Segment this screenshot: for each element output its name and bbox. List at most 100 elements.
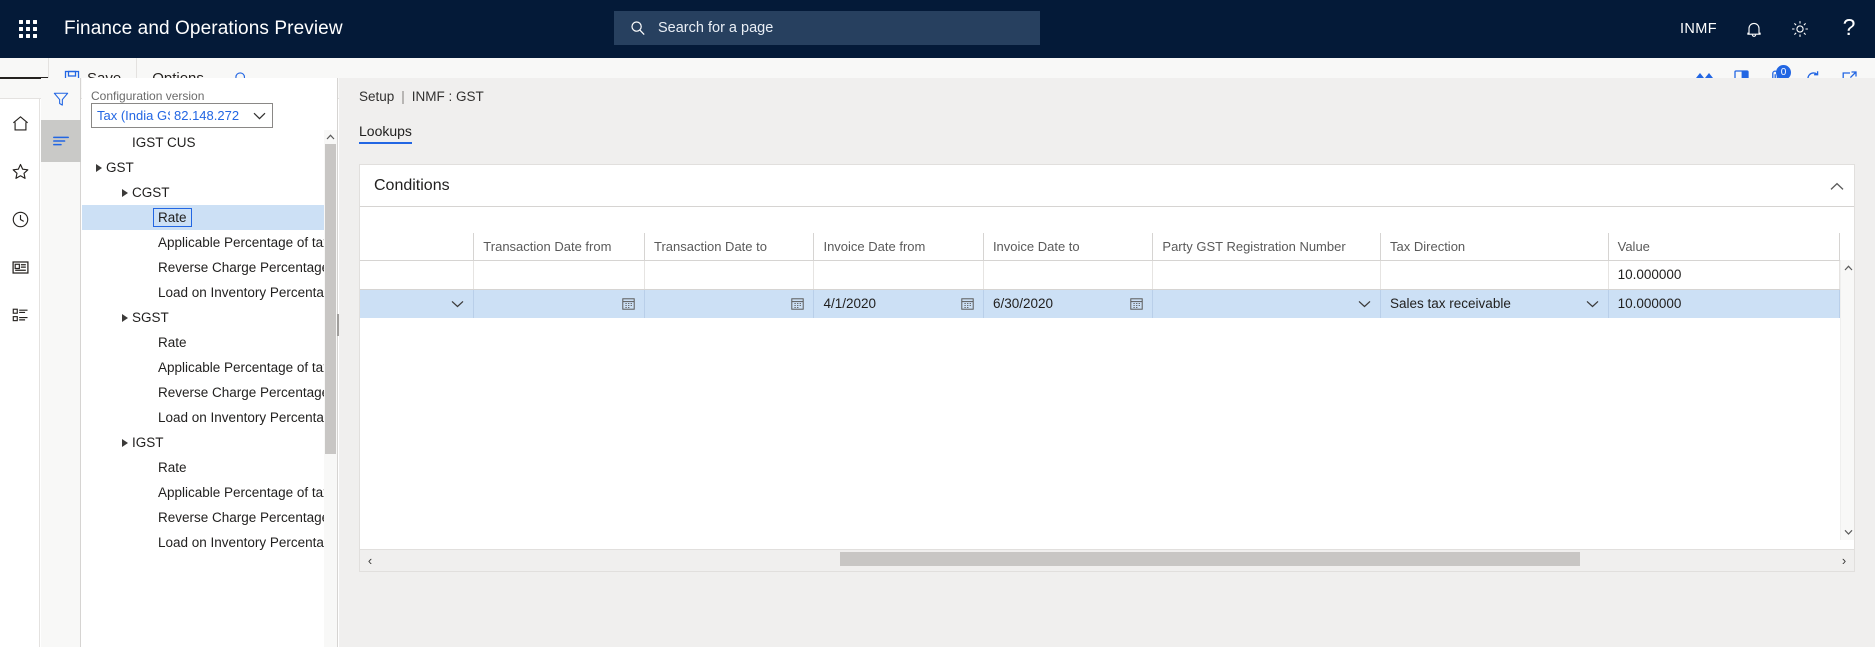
cell-value: 10.000000 [1617, 296, 1682, 312]
cell-party_gst_registration_number[interactable] [1152, 260, 1382, 290]
grid-horizontal-scrollbar[interactable]: ‹ › [360, 549, 1854, 571]
tree-node[interactable]: Applicable Percentage of tax [82, 230, 337, 255]
cell-invoice_date_to[interactable] [983, 260, 1154, 290]
configuration-tree-pane: Configuration version Tax (India GST) 82… [82, 78, 338, 647]
tree-node[interactable]: Applicable Percentage of tax [82, 355, 337, 380]
cell-transaction_date_to[interactable] [644, 260, 815, 290]
empty-cell [644, 376, 814, 405]
column-header-invoice_date_from[interactable]: Invoice Date from [813, 233, 984, 261]
column-header-selector[interactable] [360, 233, 475, 261]
global-search-box[interactable]: Search for a page [614, 11, 1040, 45]
tree-node[interactable]: Applicable Percentage of tax [82, 480, 337, 505]
table-row[interactable]: 4/1/2020 6/30/2020 Sales tax receivable 10.… [360, 289, 1840, 318]
left-nav-rail [0, 99, 40, 647]
nav-recent[interactable] [0, 195, 40, 243]
cell-invoice_date_from[interactable] [813, 260, 984, 290]
tree-expand-icon[interactable] [118, 313, 132, 322]
configuration-tree[interactable]: IGST CUS GST CGST Rate Applicable Percentage… [82, 130, 337, 647]
filter-row[interactable]: 10.000000 [360, 260, 1840, 290]
calendar-icon[interactable] [1130, 297, 1144, 310]
tree-scroll-up-arrow[interactable] [324, 130, 337, 144]
breadcrumb: Setup | INMF : GST [359, 89, 484, 104]
tree-node[interactable]: Load on Inventory Percentage [82, 405, 337, 430]
cell-selector[interactable] [360, 260, 475, 290]
tab-lookups[interactable]: Lookups [359, 123, 412, 144]
conditions-table: Transaction Date from Transaction Date to… [360, 233, 1840, 434]
tree-node[interactable]: CGST [82, 180, 337, 205]
tree-node[interactable]: Rate [82, 330, 337, 355]
nav-home[interactable] [0, 99, 40, 147]
empty-cell [1380, 318, 1609, 347]
calendar-icon[interactable] [961, 297, 974, 310]
empty-cell [1380, 405, 1609, 434]
column-header-transaction_date_to[interactable]: Transaction Date to [644, 233, 815, 261]
column-header-party_gst_registration_number[interactable]: Party GST Registration Number [1152, 233, 1382, 261]
grid-scroll-left-arrow[interactable]: ‹ [360, 550, 380, 572]
calendar-icon[interactable] [791, 297, 805, 310]
empty-cell [360, 318, 474, 347]
cell-tax_direction[interactable] [1380, 260, 1609, 290]
tree-node[interactable]: IGST [82, 430, 337, 455]
tab-strip: Lookups [359, 116, 412, 144]
conditions-card: Conditions Transaction Date from Transact… [359, 164, 1855, 572]
nav-favorites[interactable] [0, 147, 40, 195]
tree-node[interactable]: Reverse Charge Percentage [82, 505, 337, 530]
cell-transaction_date_from[interactable] [473, 260, 645, 290]
tree-node-label: Load on Inventory Percentage [158, 410, 337, 425]
chevron-down-icon [253, 112, 266, 120]
list-tool[interactable] [41, 120, 81, 162]
cell-transaction_date_from[interactable] [473, 289, 645, 318]
column-header-invoice_date_to[interactable]: Invoice Date to [983, 233, 1154, 261]
tree-node[interactable]: Rate [82, 205, 337, 230]
calendar-icon[interactable] [622, 297, 635, 310]
cell-tax_direction[interactable]: Sales tax receivable [1380, 289, 1609, 318]
dropdown-chevron-icon[interactable] [451, 300, 464, 308]
tree-expand-icon[interactable] [92, 163, 106, 172]
tree-expand-icon[interactable] [118, 438, 132, 447]
filter-tool[interactable] [41, 78, 81, 120]
tree-expand-icon[interactable] [118, 188, 132, 197]
cell-invoice_date_to[interactable]: 6/30/2020 [983, 289, 1154, 318]
cell-selector[interactable] [360, 289, 475, 318]
grid-hscroll-track[interactable] [380, 550, 1834, 572]
column-header-tax_direction[interactable]: Tax Direction [1380, 233, 1609, 261]
grid-scroll-right-arrow[interactable]: › [1834, 550, 1854, 572]
column-header-value[interactable]: Value [1608, 233, 1840, 261]
nav-workspaces[interactable] [0, 243, 40, 291]
dropdown-chevron-icon[interactable] [1586, 300, 1599, 308]
dropdown-chevron-icon[interactable] [1358, 300, 1371, 308]
grid-scroll-down-arrow[interactable] [1841, 524, 1855, 540]
cell-transaction_date_to[interactable] [644, 289, 815, 318]
grid-scroll-up-arrow[interactable] [1841, 260, 1855, 276]
tree-scroll-thumb[interactable] [325, 144, 336, 454]
empty-cell [1152, 318, 1381, 347]
empty-cell [1608, 376, 1840, 405]
tree-node[interactable]: Reverse Charge Percentage [82, 380, 337, 405]
tree-node[interactable]: Rate [82, 455, 337, 480]
tree-node[interactable]: SGST [82, 305, 337, 330]
nav-modules[interactable] [0, 291, 40, 339]
chevron-up-icon[interactable] [1830, 165, 1844, 207]
cell-value[interactable]: 10.000000 [1608, 289, 1840, 318]
tree-node[interactable]: Load on Inventory Percentage [82, 280, 337, 305]
breadcrumb-root[interactable]: Setup [359, 89, 394, 104]
global-search-placeholder: Search for a page [658, 20, 774, 36]
company-selector[interactable]: INMF [1666, 0, 1731, 58]
settings-icon[interactable] [1777, 0, 1823, 58]
column-header-transaction_date_from[interactable]: Transaction Date from [473, 233, 645, 261]
tree-node[interactable]: GST [82, 155, 337, 180]
app-launcher-icon[interactable] [0, 0, 56, 58]
tree-node[interactable]: Load on Inventory Percentage [82, 530, 337, 555]
cell-party_gst_registration_number[interactable] [1152, 289, 1382, 318]
empty-cell [1380, 347, 1609, 376]
grid-vertical-scrollbar[interactable] [1840, 260, 1854, 540]
configuration-version-select[interactable]: Tax (India GST) 82.148.272 [91, 103, 273, 128]
tree-node[interactable]: IGST CUS [82, 130, 337, 155]
cell-value[interactable]: 10.000000 [1608, 260, 1840, 290]
tree-node[interactable]: Reverse Charge Percentage [82, 255, 337, 280]
grid-hscroll-thumb[interactable] [840, 551, 1580, 566]
cell-invoice_date_from[interactable]: 4/1/2020 [813, 289, 984, 318]
notifications-icon[interactable] [1731, 0, 1777, 58]
empty-cell [473, 318, 645, 347]
help-icon[interactable]: ? [1823, 0, 1875, 58]
